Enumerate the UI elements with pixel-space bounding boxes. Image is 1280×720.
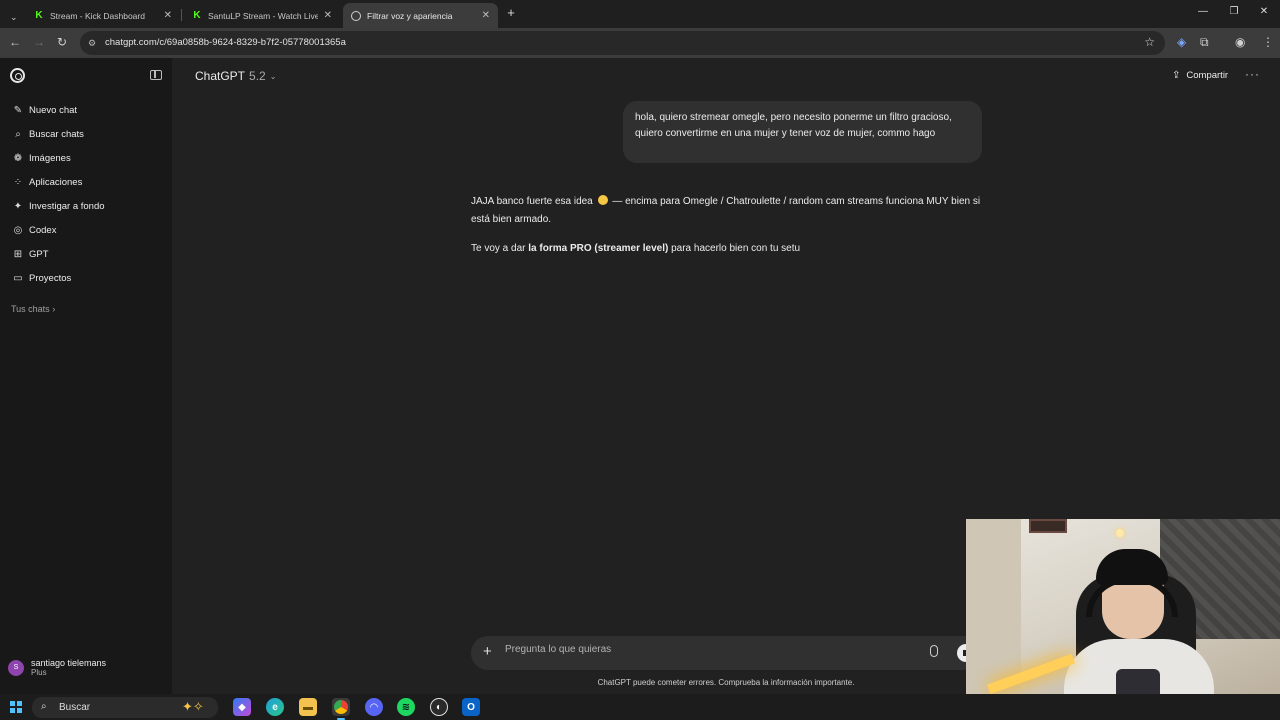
assistant-message: JAJA banco fuerte esa idea — encima para… [471,193,991,269]
user-plan: Plus [31,668,47,677]
close-tab-icon[interactable]: ✕ [164,10,172,21]
obs-icon[interactable]: ◐ [430,698,448,716]
sidebar-item-search-chats[interactable]: ⌕ Buscar chats [12,128,84,140]
site-info-icon[interactable]: ⚙ [88,38,96,49]
new-tab-button[interactable]: + [504,5,518,20]
assistant-paragraph: JAJA banco fuerte esa idea — encima para… [471,195,981,225]
browser-tab-santulp-stream[interactable]: K SantuLP Stream - Watch Live o ✕ [184,3,340,28]
gpt-icon: ⊞ [13,248,23,260]
assistant-paragraph: Te voy a dar la forma PRO (streamer leve… [471,243,801,254]
laughing-emoji-icon [597,195,608,205]
forward-icon[interactable]: → [33,35,45,49]
ceiling-light [1116,529,1124,537]
share-icon: ⇪ [1172,70,1181,81]
discord-icon[interactable]: ◠ [365,698,383,716]
taskbar-search[interactable]: ⌕ Buscar ✦✧ [32,697,218,718]
projects-icon: ▭ [13,272,23,284]
deep-research-icon: ✦ [13,200,23,212]
sidebar-item-images[interactable]: ❁ Imágenes [12,152,71,164]
outlook-icon[interactable]: O [462,698,480,716]
extension-icon[interactable]: ◈ [1177,35,1186,49]
copilot-icon[interactable]: ◆ [233,698,251,716]
more-options-icon[interactable]: ··· [1245,67,1260,81]
minimize-button[interactable]: — [1196,6,1210,17]
codex-icon: ◎ [13,224,23,236]
browser-menu-icon[interactable]: ⋮ [1262,35,1274,49]
prompt-input[interactable] [505,644,905,655]
sparkle-icon: ✦✧ [182,699,204,714]
images-icon: ❁ [13,152,23,164]
chrome-icon[interactable] [332,698,350,720]
extensions-puzzle-icon[interactable]: ⧉ [1200,35,1209,50]
user-name: santiago tielemans [31,658,107,668]
sidebar-item-apps[interactable]: ⁘ Aplicaciones [12,176,83,188]
chatgpt-logo-icon[interactable] [10,68,25,83]
search-icon: ⌕ [15,128,21,140]
url-text[interactable]: chatgpt.com/c/69a0858b-9624-8329-b7f2-05… [105,37,346,48]
kick-icon: K [192,9,202,21]
chatgpt-icon [351,10,361,21]
user-profile[interactable]: S santiago tielemans Plus [8,658,106,677]
browser-tab-filtrar-voz[interactable]: Filtrar voz y apariencia ✕ [343,3,498,28]
close-window-button[interactable]: ✕ [1257,6,1271,17]
browser-tab-strip: ⌄ K Stream - Kick Dashboard ✕ K SantuLP … [0,0,1280,28]
sidebar-item-gpt[interactable]: ⊞ GPT [12,248,49,260]
windows-taskbar: ⌕ Buscar ✦✧ ◆ e ▬ ◠ ≋ ◐ O [0,694,1280,720]
close-tab-icon[interactable]: ✕ [324,10,332,21]
bookmark-star-icon[interactable]: ☆ [1144,35,1155,49]
reload-icon[interactable]: ↻ [57,35,67,49]
your-chats-toggle[interactable]: Tus chats › [11,304,55,314]
close-tab-icon[interactable]: ✕ [482,10,490,21]
file-explorer-icon[interactable]: ▬ [299,698,317,716]
sidebar-item-new-chat[interactable]: ✎ Nuevo chat [12,104,77,116]
plus-icon[interactable]: + [483,643,492,660]
model-picker[interactable]: ChatGPT 5.2 ⌄ [195,69,276,83]
windows-start-icon[interactable] [10,701,22,713]
message-composer: + [471,636,981,670]
wall-frame [1029,519,1067,533]
sidebar: ✎ Nuevo chat ⌕ Buscar chats ❁ Imágenes ⁘… [0,58,172,694]
sidebar-item-projects[interactable]: ▭ Proyectos [12,272,71,284]
address-bar[interactable]: ⚙ chatgpt.com/c/69a0858b-9624-8329-b7f2-… [80,31,1165,55]
apps-icon: ⁘ [13,176,23,188]
avatar: S [8,659,24,676]
disclaimer-text: ChatGPT puede cometer errores. Comprueba… [597,678,855,687]
new-chat-icon: ✎ [13,104,23,116]
restore-button[interactable]: ❐ [1227,6,1241,17]
chevron-down-icon: ⌄ [10,12,18,22]
edge-icon[interactable]: e [266,698,284,716]
tab-divider [181,9,182,21]
search-icon: ⌕ [41,701,47,712]
kick-icon: K [34,9,44,21]
microphone-icon[interactable] [930,645,938,657]
chevron-down-icon: ⌄ [269,71,277,81]
sidebar-item-deep-research[interactable]: ✦ Investigar a fondo [12,200,105,212]
browser-tab-kick-dashboard[interactable]: K Stream - Kick Dashboard ✕ [26,3,180,28]
webcam-overlay [966,519,1280,720]
user-message: hola, quiero stremear omegle, pero neces… [623,101,982,163]
back-icon[interactable]: ← [9,35,21,49]
sidebar-item-codex[interactable]: ◎ Codex [12,224,57,236]
spotify-icon[interactable]: ≋ [397,698,415,716]
browser-toolbar: ← → ↻ ⚙ chatgpt.com/c/69a0858b-9624-8329… [0,28,1280,58]
share-button[interactable]: ⇪ Compartir [1172,70,1228,81]
profile-icon[interactable]: ◉ [1235,35,1245,49]
sidebar-toggle-icon[interactable] [150,70,162,80]
tab-search-button[interactable]: ⌄ [2,5,24,30]
chevron-right-icon: › [52,304,56,314]
